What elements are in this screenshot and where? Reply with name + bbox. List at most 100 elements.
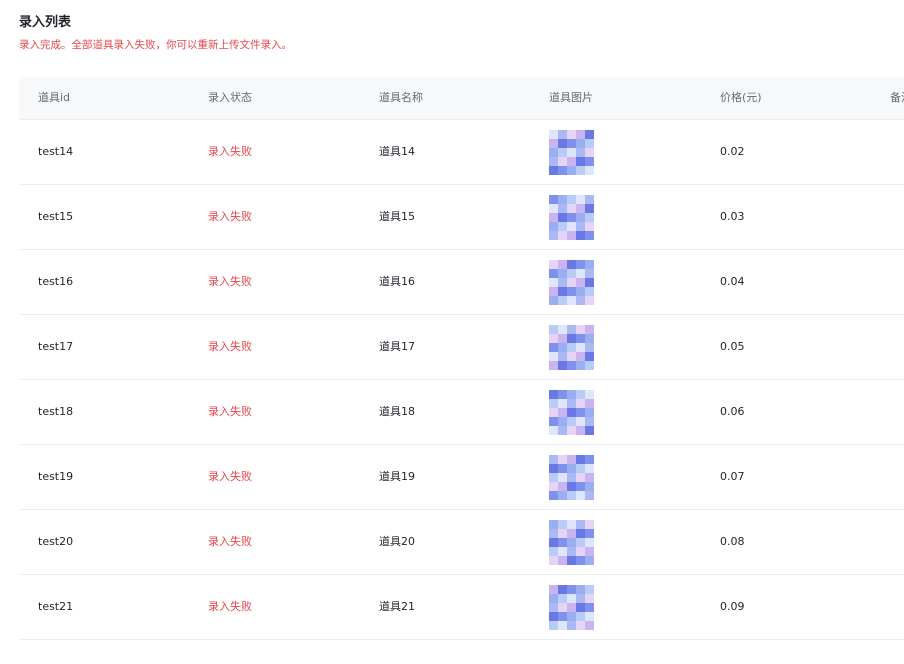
thumbnail-pixel [549,325,558,334]
column-header-status[interactable]: 录入状态 [208,77,252,119]
thumbnail-pixel [576,390,585,399]
thumbnail-pixel [549,621,558,630]
thumbnail-pixel [585,612,594,621]
item-image-thumbnail[interactable] [549,130,594,175]
thumbnail-pixel [585,455,594,464]
thumbnail-pixel [549,408,558,417]
thumbnail-pixel [567,325,576,334]
item-image-thumbnail[interactable] [549,585,594,630]
import-result-message: 录入完成。全部道具录入失败，你可以重新上传文件录入。 [19,39,292,51]
cell-status: 录入失败 [208,210,252,223]
item-image-thumbnail[interactable] [549,520,594,565]
thumbnail-pixel [549,491,558,500]
thumbnail-pixel [558,148,567,157]
thumbnail-pixel [549,455,558,464]
thumbnail-pixel [549,343,558,352]
table-row[interactable]: test19 录入失败 道具19 0.07 [19,445,904,510]
thumbnail-pixel [585,139,594,148]
thumbnail-pixel [567,556,576,565]
thumbnail-pixel [567,139,576,148]
table-row[interactable]: test21 录入失败 道具21 0.09 [19,575,904,640]
thumbnail-pixel [549,222,558,231]
table-row[interactable]: test15 录入失败 道具15 0.03 [19,185,904,250]
item-image-thumbnail[interactable] [549,390,594,435]
thumbnail-pixel [549,278,558,287]
thumbnail-pixel [585,529,594,538]
cell-item-name: 道具20 [379,535,415,548]
column-header-name[interactable]: 道具名称 [379,77,423,119]
thumbnail-pixel [585,287,594,296]
cell-price: 0.07 [720,470,745,483]
thumbnail-pixel [549,417,558,426]
item-image-thumbnail[interactable] [549,195,594,240]
thumbnail-pixel [549,612,558,621]
table-row[interactable]: test17 录入失败 道具17 0.05 [19,315,904,380]
thumbnail-pixel [585,538,594,547]
thumbnail-pixel [576,426,585,435]
thumbnail-pixel [567,547,576,556]
thumbnail-pixel [585,157,594,166]
thumbnail-pixel [585,260,594,269]
thumbnail-pixel [585,417,594,426]
thumbnail-pixel [585,408,594,417]
thumbnail-pixel [576,408,585,417]
thumbnail-pixel [567,529,576,538]
thumbnail-pixel [549,166,558,175]
item-image-thumbnail[interactable] [549,260,594,305]
cell-item-name: 道具15 [379,210,415,223]
thumbnail-pixel [567,130,576,139]
thumbnail-pixel [576,157,585,166]
cell-item-name: 道具19 [379,470,415,483]
thumbnail-pixel [585,621,594,630]
thumbnail-pixel [567,195,576,204]
thumbnail-pixel [558,417,567,426]
table-row[interactable]: test14 录入失败 道具14 0.02 [19,120,904,185]
thumbnail-pixel [576,473,585,482]
thumbnail-pixel [558,612,567,621]
thumbnail-pixel [549,130,558,139]
table-row[interactable]: test20 录入失败 道具20 0.08 [19,510,904,575]
table-row[interactable]: test16 录入失败 道具16 0.04 [19,250,904,315]
cell-status: 录入失败 [208,535,252,548]
thumbnail-pixel [558,520,567,529]
thumbnail-pixel [576,594,585,603]
thumbnail-pixel [567,408,576,417]
thumbnail-pixel [549,473,558,482]
thumbnail-pixel [576,603,585,612]
thumbnail-pixel [549,139,558,148]
item-image-thumbnail[interactable] [549,455,594,500]
thumbnail-pixel [558,166,567,175]
thumbnail-pixel [567,343,576,352]
column-header-id[interactable]: 道具id [38,77,70,119]
column-header-image[interactable]: 道具图片 [549,77,593,119]
thumbnail-pixel [549,529,558,538]
thumbnail-pixel [549,296,558,305]
thumbnail-pixel [585,399,594,408]
thumbnail-pixel [558,426,567,435]
table-row[interactable]: test18 录入失败 道具18 0.06 [19,380,904,445]
cell-status: 录入失败 [208,340,252,353]
thumbnail-pixel [558,621,567,630]
import-table: 道具id 录入状态 道具名称 道具图片 价格(元) 备注 test14录入失败道… [19,77,904,640]
thumbnail-pixel [576,130,585,139]
column-header-remark[interactable]: 备注 [890,77,904,119]
thumbnail-pixel [576,269,585,278]
thumbnail-pixel [549,334,558,343]
column-header-price[interactable]: 价格(元) [720,77,762,119]
item-image-thumbnail[interactable] [549,325,594,370]
thumbnail-pixel [567,213,576,222]
cell-status: 录入失败 [208,405,252,418]
thumbnail-pixel [576,585,585,594]
thumbnail-pixel [576,343,585,352]
thumbnail-pixel [558,130,567,139]
thumbnail-pixel [558,325,567,334]
thumbnail-pixel [558,260,567,269]
thumbnail-pixel [585,390,594,399]
thumbnail-pixel [558,361,567,370]
thumbnail-pixel [549,287,558,296]
cell-item-id: test20 [38,535,74,548]
thumbnail-pixel [576,334,585,343]
cell-price: 0.02 [720,145,745,158]
cell-item-id: test17 [38,340,74,353]
thumbnail-pixel [558,231,567,240]
